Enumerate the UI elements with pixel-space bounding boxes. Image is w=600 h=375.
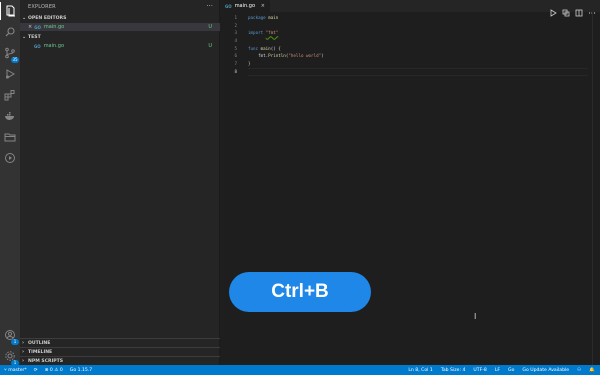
code-line[interactable]: func main() {	[248, 45, 588, 53]
npm-scripts-label: NPM SCRIPTS	[28, 358, 64, 364]
code-token: fmt.	[248, 53, 269, 59]
more-actions-icon[interactable]	[588, 2, 596, 14]
account-badge: 1	[11, 339, 19, 345]
folder-label: TEST	[28, 34, 41, 40]
editor-actions	[549, 2, 596, 17]
notifications-bell-icon[interactable]: 🔔	[589, 368, 595, 373]
keyboard-shortcut-overlay: Ctrl+B	[229, 272, 371, 312]
git-status-untracked: U	[208, 43, 212, 49]
settings-gear-icon[interactable]: 1	[3, 349, 19, 366]
code-token: "fmt"	[265, 30, 279, 36]
npm-scripts-section[interactable]: › NPM SCRIPTS	[20, 356, 220, 365]
code-token: import	[248, 30, 266, 36]
line-number: 1	[234, 15, 237, 20]
tab-main-go[interactable]: GO main.go ×	[220, 0, 270, 12]
code-content[interactable]: package main import "fmt" func main() { fm…	[248, 14, 588, 76]
status-bar: ⑂ master* ⟳ ⊗ 0 ⚠ 0 Go 1.15.7 Ln 8, Col …	[0, 365, 600, 375]
explorer-icon[interactable]	[3, 4, 17, 18]
sync-icon[interactable]: ⟳	[34, 368, 38, 373]
line-number: 7	[234, 61, 237, 67]
code-token: main	[268, 15, 279, 20]
source-control-icon[interactable]: 35	[3, 46, 19, 63]
line-number: 4	[234, 38, 237, 44]
sidebar-title: EXPLORER	[28, 4, 56, 10]
source-control-badge: 35	[11, 57, 19, 63]
timeline-play-icon[interactable]	[3, 151, 17, 165]
code-line[interactable]	[248, 67, 588, 76]
search-icon[interactable]	[3, 25, 17, 39]
more-actions-button[interactable]: ···	[206, 2, 213, 10]
go-file-icon: GO	[34, 43, 41, 49]
run-debug-icon[interactable]	[3, 67, 17, 81]
open-editors-section[interactable]: ⌄ OPEN EDITORS	[20, 14, 220, 22]
code-token: "hello world"	[288, 53, 322, 59]
code-line[interactable]: fmt.Println("hello world")	[248, 52, 588, 60]
code-token: main	[260, 45, 271, 51]
go-version[interactable]: Go 1.15.7	[70, 368, 92, 373]
split-editor-icon[interactable]	[575, 2, 583, 17]
go-file-icon: GO	[34, 24, 41, 30]
folder-section-test[interactable]: ⌄ TEST	[20, 33, 220, 41]
end-of-line[interactable]: LF	[495, 368, 500, 373]
git-status-untracked: U	[208, 24, 212, 30]
timeline-section[interactable]: › TIMELINE	[20, 347, 220, 356]
file-name: main.go	[43, 24, 65, 30]
code-line[interactable]	[248, 37, 588, 45]
tab-bar: GO main.go ×	[220, 0, 600, 17]
activity-bar: 35 1 1	[0, 0, 20, 366]
line-number: 5	[234, 45, 237, 51]
close-tab-icon[interactable]: ×	[261, 3, 265, 9]
account-icon[interactable]: 1	[3, 328, 19, 345]
open-editor-item[interactable]: × GO main.go U	[20, 23, 220, 31]
text-cursor-icon: I	[474, 312, 477, 321]
active-indicator	[0, 2, 1, 20]
code-line[interactable]: package main	[248, 14, 588, 22]
line-number: 3	[234, 30, 237, 36]
code-token: () {	[270, 45, 281, 51]
editor-scrollbar[interactable]	[592, 12, 600, 365]
branch-indicator[interactable]: ⑂ master*	[4, 367, 27, 373]
open-changes-icon[interactable]	[562, 2, 570, 17]
folder-file-item[interactable]: GO main.go U	[20, 42, 220, 50]
code-token: func	[248, 45, 261, 51]
code-token: }	[248, 61, 251, 67]
extensions-icon[interactable]	[3, 88, 17, 102]
branch-name: master*	[8, 368, 27, 373]
timeline-label: TIMELINE	[28, 349, 53, 355]
go-update-notice[interactable]: Go Update Available	[522, 368, 569, 373]
encoding[interactable]: UTF-8	[473, 368, 486, 373]
outline-section[interactable]: › OUTLINE	[20, 338, 220, 347]
code-line[interactable]	[248, 22, 588, 30]
code-token: )	[321, 53, 324, 59]
live-share-icon[interactable]: ⚇	[577, 368, 581, 373]
tab-size[interactable]: Tab Size: 4	[441, 368, 466, 373]
file-name: main.go	[43, 43, 65, 49]
folder-icon[interactable]	[3, 130, 17, 144]
outline-label: OUTLINE	[28, 340, 51, 346]
tab-label: main.go	[234, 3, 256, 9]
code-line[interactable]: }	[248, 60, 588, 68]
language-mode[interactable]: Go	[508, 368, 514, 373]
close-editor-icon[interactable]: ×	[28, 24, 32, 30]
code-line[interactable]: import "fmt"	[248, 29, 588, 37]
run-icon[interactable]	[549, 2, 557, 17]
go-file-icon: GO	[225, 3, 232, 9]
problems-indicator[interactable]: ⊗ 0 ⚠ 0	[45, 368, 63, 373]
code-token: package	[248, 15, 269, 20]
open-editors-label: OPEN EDITORS	[28, 15, 67, 21]
line-number-gutter: 1 2 3 45 6 78	[220, 14, 240, 76]
line-number: 8	[234, 68, 237, 74]
code-token: Println	[268, 53, 286, 59]
cursor-position[interactable]: Ln 8, Col 1	[408, 368, 432, 373]
line-number: 6	[234, 53, 237, 59]
line-number: 2	[234, 22, 237, 28]
docker-icon[interactable]	[3, 109, 17, 123]
explorer-sidebar: EXPLORER ··· ⌄ OPEN EDITORS × GO main.go…	[20, 0, 220, 365]
